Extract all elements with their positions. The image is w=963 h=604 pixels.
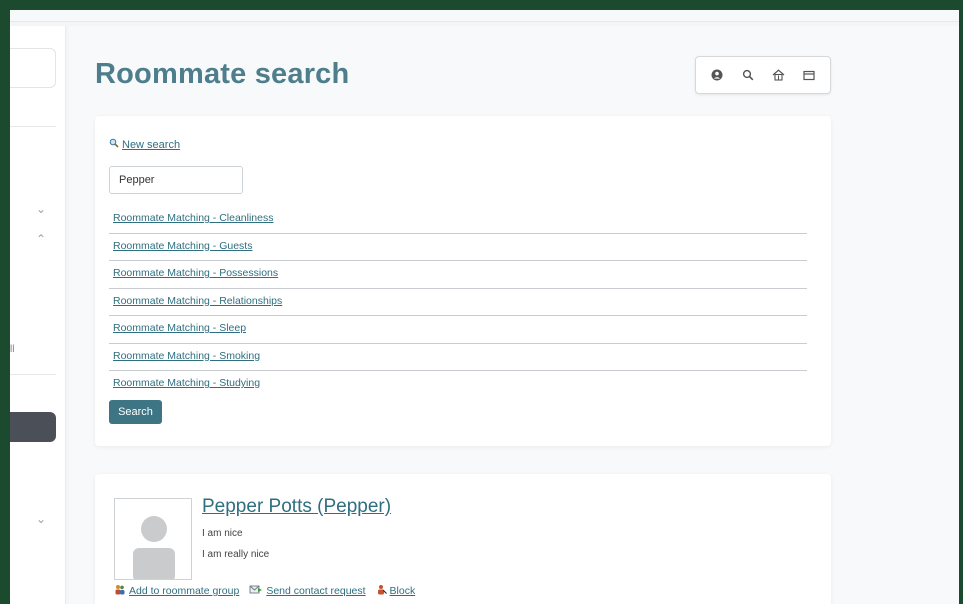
result-actions: Add to roommate group Send contact reque…	[114, 584, 415, 598]
page-toolbar	[695, 56, 831, 94]
chevron-up-icon[interactable]: ⌃	[34, 232, 48, 246]
filter-item[interactable]: Roommate Matching - Studying	[109, 371, 807, 399]
chevron-down-icon[interactable]: ⌄	[34, 512, 48, 526]
filter-link-studying[interactable]: Roommate Matching - Studying	[113, 377, 260, 389]
filter-item[interactable]: Roommate Matching - Guests	[109, 234, 807, 261]
new-search-link[interactable]: New search	[109, 138, 180, 151]
chevron-down-icon[interactable]: ⌄	[34, 202, 48, 216]
search-panel: New search Roommate Matching - Cleanline…	[95, 116, 831, 446]
search-button[interactable]: Search	[109, 400, 162, 424]
filter-item[interactable]: Roommate Matching - Possessions	[109, 261, 807, 289]
block-label[interactable]: Block	[390, 585, 416, 597]
sidebar-search-box[interactable]	[10, 48, 56, 88]
filter-link-sleep[interactable]: Roommate Matching - Sleep	[113, 322, 246, 334]
filter-item[interactable]: Roommate Matching - Relationships	[109, 289, 807, 316]
filter-item[interactable]: Roommate Matching - Smoking	[109, 344, 807, 371]
filter-link-possessions[interactable]: Roommate Matching - Possessions	[113, 267, 278, 279]
send-contact-action[interactable]: Send contact request	[249, 584, 366, 598]
filter-list: Roommate Matching - Cleanliness Roommate…	[109, 206, 807, 399]
default-avatar-icon	[133, 516, 175, 579]
send-contact-label[interactable]: Send contact request	[266, 585, 365, 597]
new-search-label[interactable]: New search	[122, 139, 180, 151]
group-icon	[114, 584, 126, 598]
browser-top-bar	[10, 10, 959, 22]
app-window: ⌄ ⌃ ll ⌄ Roommate search New search Pepp…	[10, 10, 959, 604]
filter-item[interactable]: Roommate Matching - Cleanliness	[109, 206, 807, 234]
filter-link-relationships[interactable]: Roommate Matching - Relationships	[113, 295, 282, 307]
home-icon[interactable]	[766, 63, 790, 87]
block-user-icon	[376, 584, 387, 598]
sidebar: ⌄ ⌃ ll ⌄	[10, 26, 66, 604]
contact-request-icon	[249, 584, 263, 598]
filter-link-smoking[interactable]: Roommate Matching - Smoking	[113, 350, 260, 362]
page-title: Roommate search	[95, 58, 350, 90]
user-circle-icon[interactable]	[705, 63, 729, 87]
sidebar-divider	[10, 126, 56, 127]
avatar	[114, 498, 192, 580]
filter-link-cleanliness[interactable]: Roommate Matching - Cleanliness	[113, 212, 273, 224]
block-action[interactable]: Block	[376, 584, 416, 598]
window-icon[interactable]	[797, 63, 821, 87]
search-input[interactable]	[109, 166, 243, 194]
result-description-line: I am nice	[202, 528, 243, 539]
sidebar-partial-label: ll	[10, 344, 15, 355]
result-name-link[interactable]: Pepper Potts (Pepper)	[202, 496, 391, 518]
magnifier-icon	[109, 138, 119, 151]
filter-item[interactable]: Roommate Matching - Sleep	[109, 316, 807, 344]
add-to-group-action[interactable]: Add to roommate group	[114, 584, 239, 598]
search-result-card: Pepper Potts (Pepper) I am nice I am rea…	[95, 474, 831, 604]
filter-link-guests[interactable]: Roommate Matching - Guests	[113, 240, 252, 252]
result-description-line: I am really nice	[202, 549, 270, 560]
main-content: Roommate search New search Pepper Roomma…	[69, 26, 959, 604]
sidebar-divider	[10, 374, 56, 375]
search-icon[interactable]	[736, 63, 760, 87]
sidebar-active-item[interactable]	[10, 412, 56, 442]
add-to-group-label[interactable]: Add to roommate group	[129, 585, 239, 597]
